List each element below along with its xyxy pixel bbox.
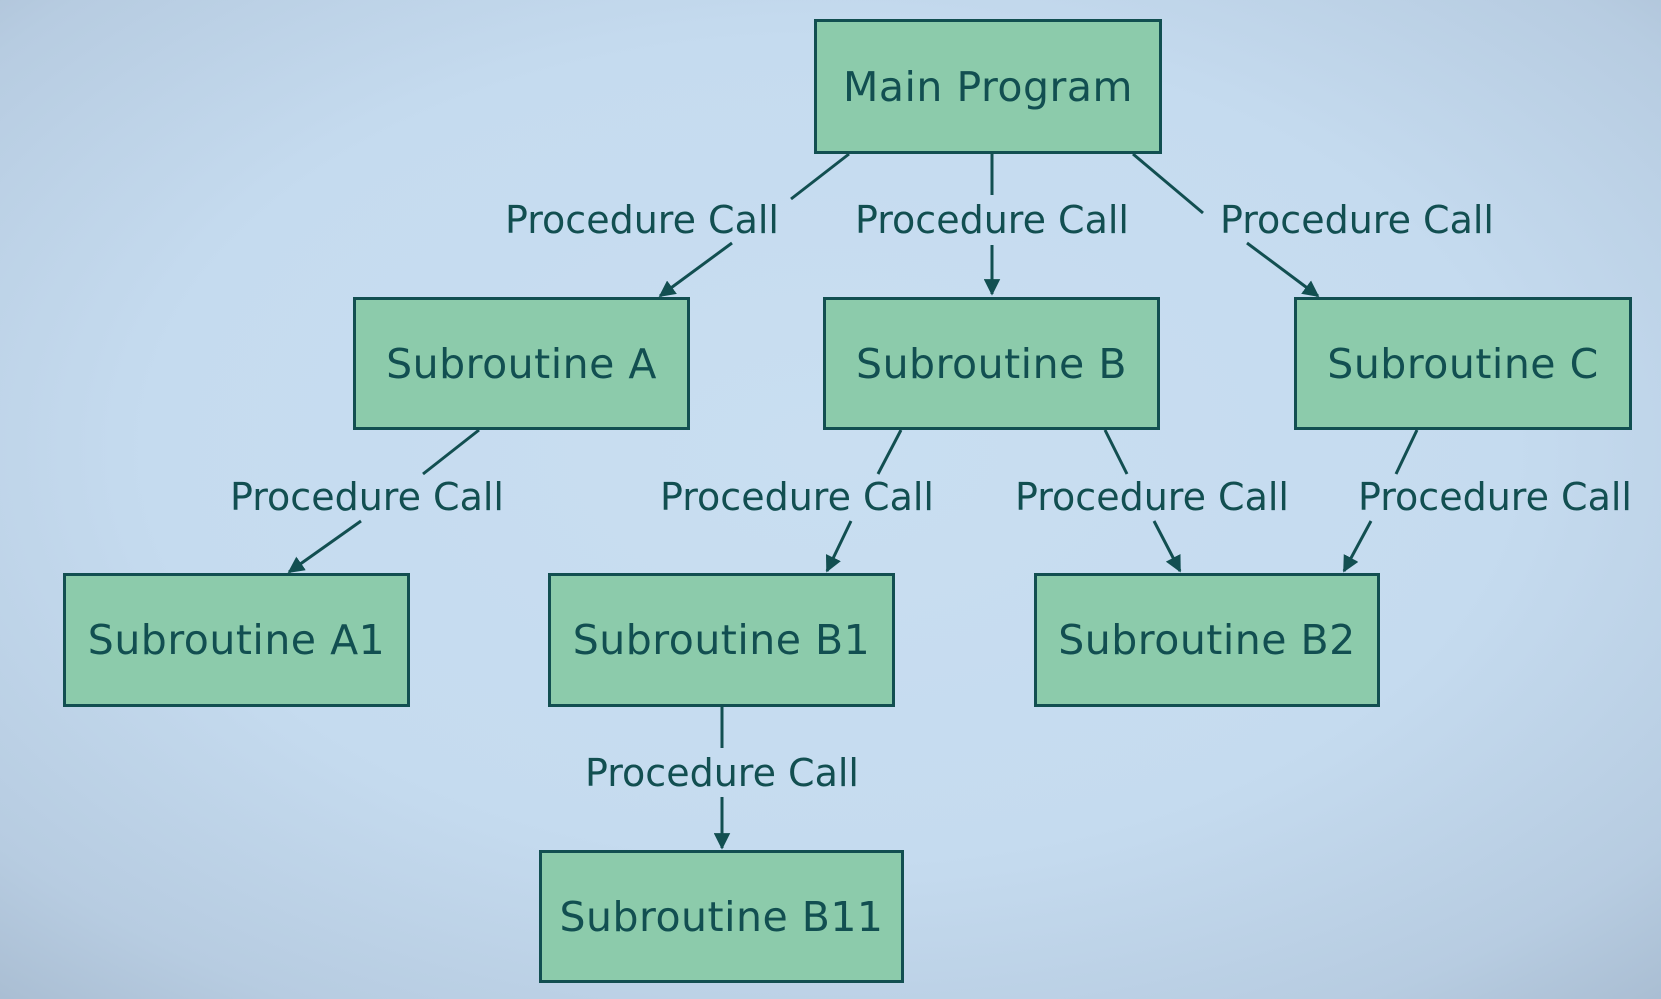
node-subroutine-a[interactable]: Subroutine A bbox=[353, 297, 690, 430]
connector-segment bbox=[1394, 429, 1419, 475]
edge-label-main-to-c: Procedure Call bbox=[1220, 198, 1494, 242]
edge-label-main-to-a: Procedure Call bbox=[505, 198, 779, 242]
node-main-program[interactable]: Main Program bbox=[814, 19, 1162, 154]
connector-segment bbox=[1103, 429, 1129, 475]
node-subroutine-b2[interactable]: Subroutine B2 bbox=[1034, 573, 1380, 707]
call-hierarchy-diagram: Main Program Subroutine A Subroutine B S… bbox=[0, 0, 1661, 999]
arrow-connector bbox=[287, 519, 362, 574]
node-label: Subroutine A1 bbox=[87, 616, 386, 664]
connector-segment bbox=[790, 152, 850, 201]
edge-label-b-to-b2: Procedure Call bbox=[1015, 475, 1289, 519]
arrow-connector bbox=[658, 241, 733, 298]
edge-label-b-to-b1: Procedure Call bbox=[660, 475, 934, 519]
connector-segment bbox=[422, 428, 480, 476]
edge-label-b1-to-b11: Procedure Call bbox=[585, 751, 859, 795]
node-subroutine-c[interactable]: Subroutine C bbox=[1294, 297, 1632, 430]
arrow-connector bbox=[825, 520, 853, 573]
node-subroutine-b11[interactable]: Subroutine B11 bbox=[539, 850, 904, 983]
node-label: Subroutine B1 bbox=[572, 616, 871, 664]
node-label: Main Program bbox=[843, 62, 1133, 111]
node-label: Subroutine A bbox=[386, 339, 657, 388]
node-subroutine-b1[interactable]: Subroutine B1 bbox=[548, 573, 895, 707]
arrow-connector bbox=[1246, 241, 1320, 298]
edge-label-c-to-b2: Procedure Call bbox=[1358, 475, 1632, 519]
node-label: Subroutine C bbox=[1327, 339, 1599, 388]
arrow-connector bbox=[1152, 520, 1182, 573]
node-subroutine-a1[interactable]: Subroutine A1 bbox=[63, 573, 410, 707]
node-label: Subroutine B bbox=[856, 339, 1127, 388]
node-label: Subroutine B2 bbox=[1058, 616, 1356, 664]
connector-segment bbox=[876, 429, 903, 475]
node-label: Subroutine B11 bbox=[559, 892, 884, 941]
node-subroutine-b[interactable]: Subroutine B bbox=[823, 297, 1160, 430]
edge-label-a-to-a1: Procedure Call bbox=[230, 475, 504, 519]
arrow-connector bbox=[1342, 520, 1373, 573]
edge-label-main-to-b: Procedure Call bbox=[855, 198, 1129, 242]
connector-segment bbox=[1132, 152, 1204, 215]
